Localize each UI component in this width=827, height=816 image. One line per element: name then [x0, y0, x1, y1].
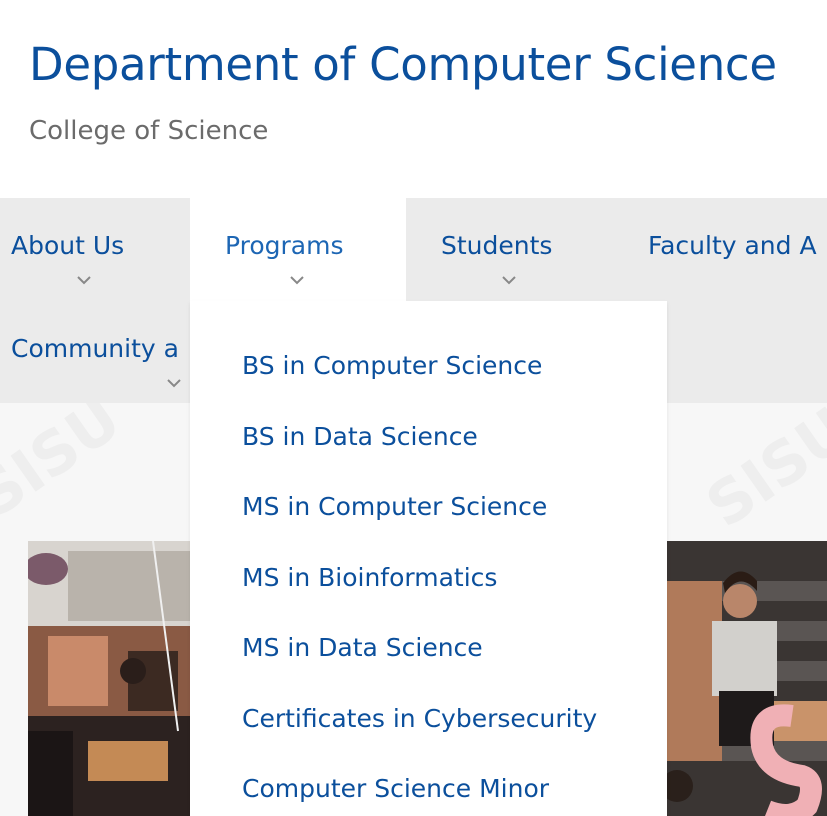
chevron-down-icon [167, 379, 181, 388]
chevron-down-icon [502, 276, 516, 285]
dropdown-item-cs-minor[interactable]: Computer Science Minor [242, 774, 549, 803]
dropdown-item-bs-computer-science[interactable]: BS in Computer Science [242, 351, 542, 380]
dropdown-item-bs-data-science[interactable]: BS in Data Science [242, 422, 478, 451]
nav-item-label: Faculty and A [648, 231, 817, 260]
dropdown-item-ms-bioinformatics[interactable]: MS in Bioinformatics [242, 563, 497, 592]
site-title[interactable]: Department of Computer Science [29, 38, 777, 91]
nav-item-community[interactable]: Community a [0, 301, 190, 403]
programs-dropdown-menu: BS in Computer Science BS in Data Scienc… [190, 301, 667, 816]
hero-photo-left [28, 541, 190, 816]
nav-item-label: Students [441, 231, 553, 260]
nav-item-label: Programs [225, 231, 344, 260]
site-subtitle[interactable]: College of Science [29, 116, 268, 146]
nav-item-programs[interactable]: Programs [190, 198, 406, 301]
dropdown-item-ms-data-science[interactable]: MS in Data Science [242, 633, 483, 662]
nav-item-about-us[interactable]: About Us [0, 198, 190, 301]
nav-item-label: Community a [11, 334, 179, 363]
chevron-down-icon [77, 276, 91, 285]
dropdown-item-certificates-cybersecurity[interactable]: Certificates in Cybersecurity [242, 704, 597, 733]
nav-item-faculty[interactable]: Faculty and A [614, 198, 827, 301]
nav-item-label: About Us [11, 231, 125, 260]
hero-photo-right [667, 541, 827, 816]
dropdown-item-ms-computer-science[interactable]: MS in Computer Science [242, 492, 547, 521]
background-watermark: SISU [694, 403, 827, 542]
nav-item-students[interactable]: Students [406, 198, 614, 301]
background-watermark: SISU [0, 403, 134, 532]
chevron-down-icon [290, 276, 304, 285]
